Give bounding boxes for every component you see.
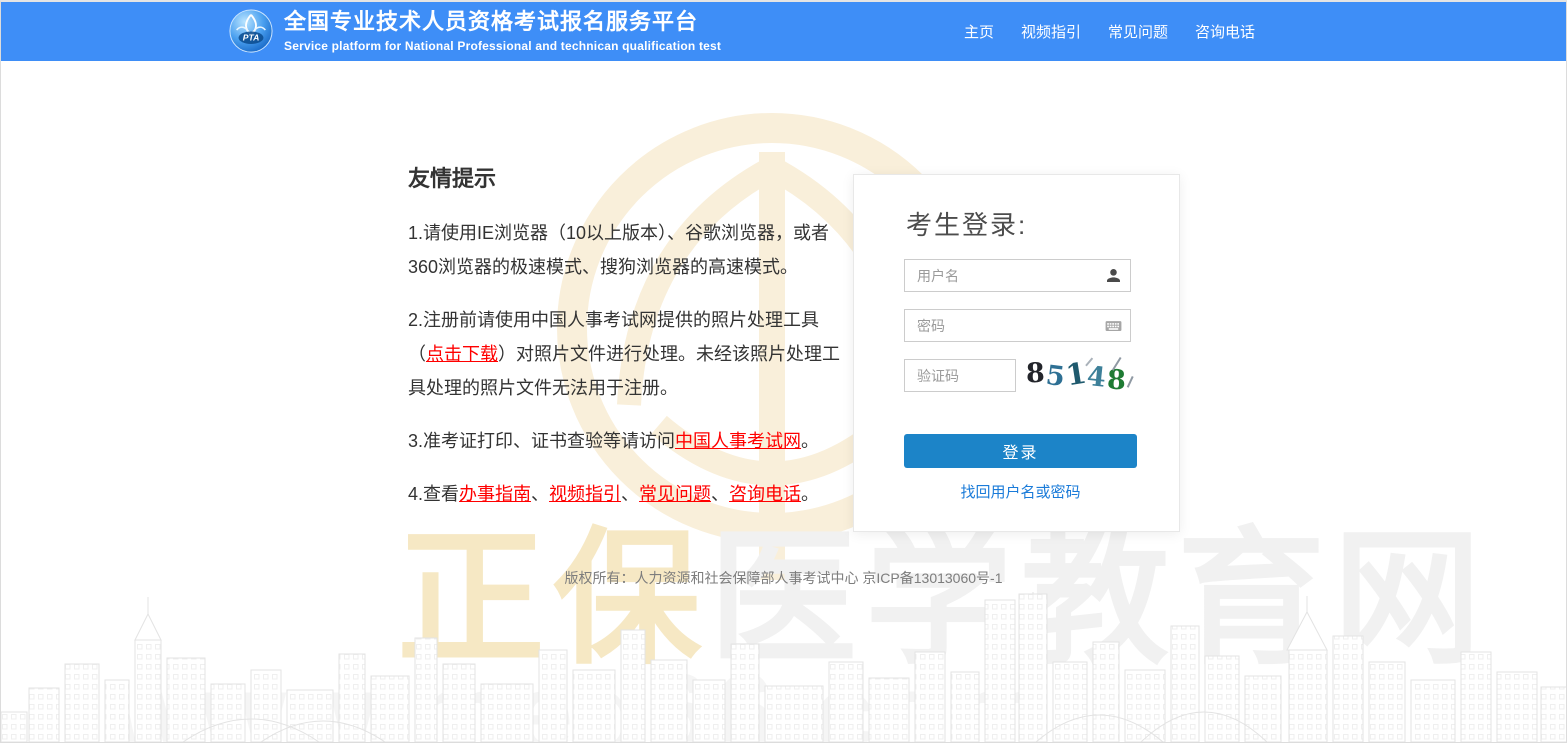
brand[interactable]: PTA 全国专业技术人员资格考试报名服务平台 Service platform …: [228, 8, 721, 54]
tip-3-text-a: 3.准考证打印、证书查验等请访问: [408, 431, 676, 451]
service-guide-link[interactable]: 办事指南: [459, 484, 531, 504]
captcha-field-wrap: [904, 359, 1016, 392]
captcha-row: 85148: [904, 356, 1179, 396]
tip-item-2: 2.注册前请使用中国人事考试网提供的照片处理工具（点击下载）对照片文件进行处理。…: [408, 303, 854, 405]
login-heading: 考生登录:: [906, 210, 1028, 240]
captcha-input[interactable]: [904, 359, 1016, 392]
cpta-site-link[interactable]: 中国人事考试网: [675, 431, 801, 451]
tip-1-text: 1.请使用IE浏览器（10以上版本）、谷歌浏览器，或者360浏览器的极速模式、搜…: [408, 223, 830, 277]
username-field-wrap: [904, 259, 1131, 292]
tip-4-sep-2: 、: [621, 484, 640, 504]
username-input[interactable]: [904, 259, 1131, 292]
header-nav: 主页 视频指引 常见问题 咨询电话: [964, 2, 1255, 61]
platform-logo-icon: PTA: [229, 9, 273, 53]
tip-3-text-b: 。: [801, 431, 820, 451]
logo-badge-text: PTA: [243, 33, 260, 43]
page: PTA 全国专业技术人员资格考试报名服务平台 Service platform …: [0, 0, 1567, 743]
watermark-url: www.med66.com: [111, 652, 1052, 743]
password-field-wrap: [904, 309, 1131, 342]
skyline-illustration: [1, 592, 1566, 742]
login-button[interactable]: 登录: [904, 434, 1137, 468]
tip-item-1: 1.请使用IE浏览器（10以上版本）、谷歌浏览器，或者360浏览器的极速模式、搜…: [408, 216, 854, 284]
nav-phone[interactable]: 咨询电话: [1195, 21, 1255, 42]
login-panel: 考生登录: 用户名 验证码 85148 登录 找回用户名或密码: [853, 174, 1180, 532]
faq-link[interactable]: 常见问题: [639, 484, 711, 504]
friendly-tips: 友情提示 1.请使用IE浏览器（10以上版本）、谷歌浏览器，或者360浏览器的极…: [408, 161, 854, 530]
captcha-noise: [1126, 375, 1134, 388]
site-title: 全国专业技术人员资格考试报名服务平台: [284, 9, 699, 35]
header: PTA 全国专业技术人员资格考试报名服务平台 Service platform …: [1, 2, 1566, 61]
tip-4-text-a: 4.查看: [408, 484, 460, 504]
tips-heading: 友情提示: [408, 166, 497, 191]
tip-4-sep-1: 、: [531, 484, 550, 504]
nav-home[interactable]: 主页: [964, 21, 994, 42]
tip-4-sep-3: 、: [711, 484, 730, 504]
forgot-credentials-link[interactable]: 找回用户名或密码: [904, 481, 1137, 502]
tip-4-end: 。: [801, 484, 820, 504]
nav-faq[interactable]: 常见问题: [1108, 21, 1168, 42]
tip-item-4: 4.查看办事指南、视频指引、常见问题、咨询电话。: [408, 477, 854, 511]
nav-video-guide[interactable]: 视频指引: [1021, 21, 1081, 42]
video-guide-link[interactable]: 视频指引: [549, 484, 621, 504]
captcha-image[interactable]: 85148: [1025, 355, 1138, 396]
tip-item-3: 3.准考证打印、证书查验等请访问中国人事考试网。: [408, 424, 854, 458]
password-input[interactable]: [904, 309, 1131, 342]
brand-text: 全国专业技术人员资格考试报名服务平台 Service platform for …: [284, 9, 721, 52]
footer-copyright: 版权所有：人力资源和社会保障部人事考试中心 京ICP备13013060号-1: [564, 570, 1003, 586]
phone-link[interactable]: 咨询电话: [729, 484, 801, 504]
download-photo-tool-link[interactable]: 点击下载: [426, 344, 498, 364]
site-subtitle: Service platform for National Profession…: [284, 38, 722, 53]
